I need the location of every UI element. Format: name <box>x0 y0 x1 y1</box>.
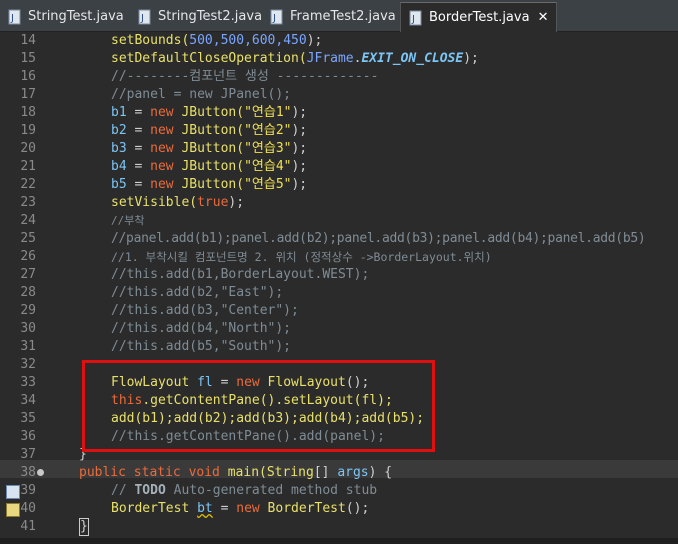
line-number: 38 <box>20 465 36 480</box>
code-text: setVisible(true); <box>111 195 245 210</box>
tab-label: BorderTest.java <box>429 10 530 25</box>
code-line: 24 //부착 <box>0 212 678 230</box>
line-number: 33 <box>20 375 36 390</box>
line-number: 32 <box>20 357 36 372</box>
line-number: 27 <box>20 267 36 282</box>
line-number: 31 <box>20 339 36 354</box>
code-text: b5 = new JButton("연습5"); <box>111 177 308 192</box>
bracket-match: } <box>79 518 89 536</box>
task-marker-icon[interactable] <box>6 485 20 499</box>
code-line: 23 setVisible(true); <box>0 194 678 212</box>
editor-bottom-edge <box>0 538 678 544</box>
line-number: 30 <box>20 321 36 336</box>
java-file-icon: J <box>8 9 22 25</box>
line-number: 25 <box>20 231 36 246</box>
comment-text: //1. 부착시킬 컴포넌트명 2. 위치 (정적상수 ->BorderLayo… <box>111 250 492 264</box>
code-line: 22 b5 = new JButton("연습5"); <box>0 176 678 194</box>
code-line: 17 //panel = new JPanel(); <box>0 86 678 104</box>
java-file-icon: J <box>138 9 152 25</box>
svg-text:J: J <box>10 13 14 24</box>
code-line: 26 //1. 부착시킬 컴포넌트명 2. 위치 (정적상수 ->BorderL… <box>0 248 678 266</box>
line-number: 36 <box>20 429 36 444</box>
code-line: 28 //this.add(b2,"East"); <box>0 284 678 302</box>
code-line: 19 b2 = new JButton("연습2"); <box>0 122 678 140</box>
svg-text:J: J <box>272 13 276 24</box>
line-number: 26 <box>20 249 36 264</box>
tab-frametest2[interactable]: J FrameTest2.java <box>270 2 396 31</box>
line-number: 23 <box>20 195 36 210</box>
line-number: 41 <box>20 519 36 534</box>
line-number: 24 <box>20 213 36 228</box>
code-line: 27 //this.add(b1,BorderLayout.WEST); <box>0 266 678 284</box>
tab-bordertest[interactable]: J BorderTest.java ✕ <box>400 2 558 32</box>
line-number: 20 <box>20 141 36 156</box>
line-number: 22 <box>20 177 36 192</box>
code-text: b4 = new JButton("연습4"); <box>111 159 308 174</box>
code-line: 15 setDefaultCloseOperation(JFrame.EXIT_… <box>0 50 678 68</box>
tab-label: StringTest.java <box>28 9 124 24</box>
code-text: setDefaultCloseOperation(JFrame.EXIT_ON_… <box>111 51 479 66</box>
java-file-icon: J <box>270 9 284 25</box>
editor-tab-bar: J StringTest.java J StringTest2.java J F… <box>0 0 678 32</box>
code-line: 21 b4 = new JButton("연습4"); <box>0 158 678 176</box>
line-number: 28 <box>20 285 36 300</box>
code-line: 18 b1 = new JButton("연습1"); <box>0 104 678 122</box>
code-line: 41 } <box>0 518 678 536</box>
comment-text: //this.add(b3,"Center"); <box>111 303 299 318</box>
line-number: 37 <box>20 447 36 462</box>
code-text: b2 = new JButton("연습2"); <box>111 123 308 138</box>
code-line: 25 //panel.add(b1);panel.add(b2);panel.a… <box>0 230 678 248</box>
code-text: setBounds(500,500,600,450); <box>111 33 323 48</box>
code-line: 30 //this.add(b4,"North"); <box>0 320 678 338</box>
code-text: public static void main(String[] args) { <box>79 465 393 480</box>
code-line: 20 b3 = new JButton("연습3"); <box>0 140 678 158</box>
code-line: 40 BorderTest bt = new BorderTest(); <box>0 500 678 518</box>
line-number: 14 <box>20 33 36 48</box>
tab-stringtest[interactable]: J StringTest.java <box>8 2 124 31</box>
code-text: b3 = new JButton("연습3"); <box>111 141 308 156</box>
close-icon[interactable]: ✕ <box>538 10 549 25</box>
line-number: 18 <box>20 105 36 120</box>
line-number: 21 <box>20 159 36 174</box>
comment-text: //부착 <box>111 214 145 227</box>
line-number: 19 <box>20 123 36 138</box>
tab-stringtest2[interactable]: J StringTest2.java <box>138 2 262 31</box>
svg-text:J: J <box>411 14 415 25</box>
code-text: b1 = new JButton("연습1"); <box>111 105 308 120</box>
comment-text: //this.add(b2,"East"); <box>111 285 284 300</box>
line-number: 15 <box>20 51 36 66</box>
comment-text: //this.add(b5,"South"); <box>111 339 292 354</box>
tab-label: StringTest2.java <box>158 9 263 24</box>
code-line: 29 //this.add(b3,"Center"); <box>0 302 678 320</box>
fold-marker-icon[interactable] <box>37 469 44 476</box>
line-number: 17 <box>20 87 36 102</box>
java-file-icon: J <box>409 10 423 26</box>
line-number: 29 <box>20 303 36 318</box>
warning-marker-icon[interactable] <box>6 503 20 517</box>
code-line: 16 //--------컴포넌트 생성 ------------- <box>0 68 678 86</box>
line-number: 35 <box>20 411 36 426</box>
line-number: 34 <box>20 393 36 408</box>
code-editor[interactable]: 14 setBounds(500,500,600,450); 15 setDef… <box>0 32 678 544</box>
svg-text:J: J <box>140 13 144 24</box>
comment-text: //panel.add(b1);panel.add(b2);panel.add(… <box>111 231 646 246</box>
comment-text: //this.add(b4,"North"); <box>111 321 292 336</box>
code-text: BorderTest bt = new BorderTest(); <box>111 501 370 516</box>
code-line: 31 //this.add(b5,"South"); <box>0 338 678 356</box>
code-line: 38 public static void main(String[] args… <box>0 464 678 482</box>
line-number: 16 <box>20 69 36 84</box>
code-line: 14 setBounds(500,500,600,450); <box>0 32 678 50</box>
comment-text: //--------컴포넌트 생성 ------------- <box>111 69 379 84</box>
code-text: // TODO Auto-generated method stub <box>111 483 378 498</box>
code-line: 39 // TODO Auto-generated method stub <box>0 482 678 500</box>
highlight-box <box>82 360 435 452</box>
comment-text: //this.add(b1,BorderLayout.WEST); <box>111 267 370 282</box>
comment-text: //panel = new JPanel(); <box>111 87 292 102</box>
tab-label: FrameTest2.java <box>290 9 396 24</box>
